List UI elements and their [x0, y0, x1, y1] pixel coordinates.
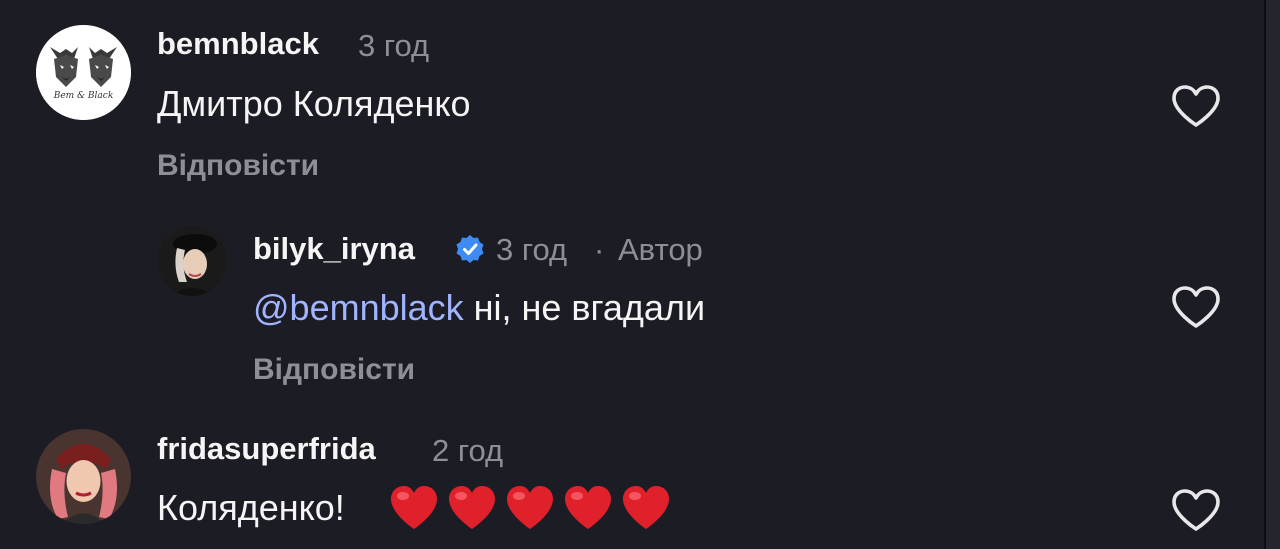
red-heart-emoji — [507, 486, 553, 529]
comment-text: @bemnblack ні, не вгадали — [253, 286, 705, 330]
red-heart-emoji — [391, 486, 437, 529]
reply-button[interactable]: Відповісти — [157, 148, 319, 184]
avatar-bemnblack[interactable]: Bem & Black — [36, 25, 131, 120]
heart-outline-icon[interactable] — [1170, 487, 1222, 533]
red-heart-emoji — [449, 486, 495, 529]
avatar-logo-caption: Bem & Black — [53, 91, 114, 101]
avatar-bilyk-iryna[interactable] — [157, 226, 227, 296]
reply-button[interactable]: Відповісти — [253, 352, 415, 388]
red-heart-emoji — [565, 486, 611, 529]
author-label: Автор — [618, 232, 703, 267]
meta-separator: · — [594, 232, 605, 267]
red-heart-emoji — [623, 486, 669, 529]
comments-thread: Bem & Black bemnblack 3 год Дмитро Коляд… — [0, 0, 1280, 549]
verified-badge-icon — [456, 235, 484, 263]
comment-username[interactable]: bemnblack — [157, 26, 319, 62]
comment-text: Дмитро Коляденко — [157, 83, 471, 124]
heart-outline-icon[interactable] — [1170, 83, 1222, 129]
heart-emoji-row — [389, 482, 671, 534]
heart-outline-icon[interactable] — [1170, 284, 1222, 330]
mention-link[interactable]: @bemnblack — [253, 287, 464, 328]
comment-time: 2 год — [432, 433, 504, 468]
comment-username[interactable]: fridasuperfrida — [157, 431, 376, 467]
comment-time: 3 год — [358, 28, 430, 63]
comment-username[interactable]: bilyk_iryna — [253, 231, 415, 267]
avatar-fridasuperfrida[interactable] — [36, 429, 131, 524]
comment-body: ні, не вгадали — [463, 287, 706, 328]
comment-text: Коляденко! — [157, 487, 345, 528]
comment-time: 3 год — [496, 232, 568, 267]
scrollbar[interactable] — [1264, 0, 1280, 549]
